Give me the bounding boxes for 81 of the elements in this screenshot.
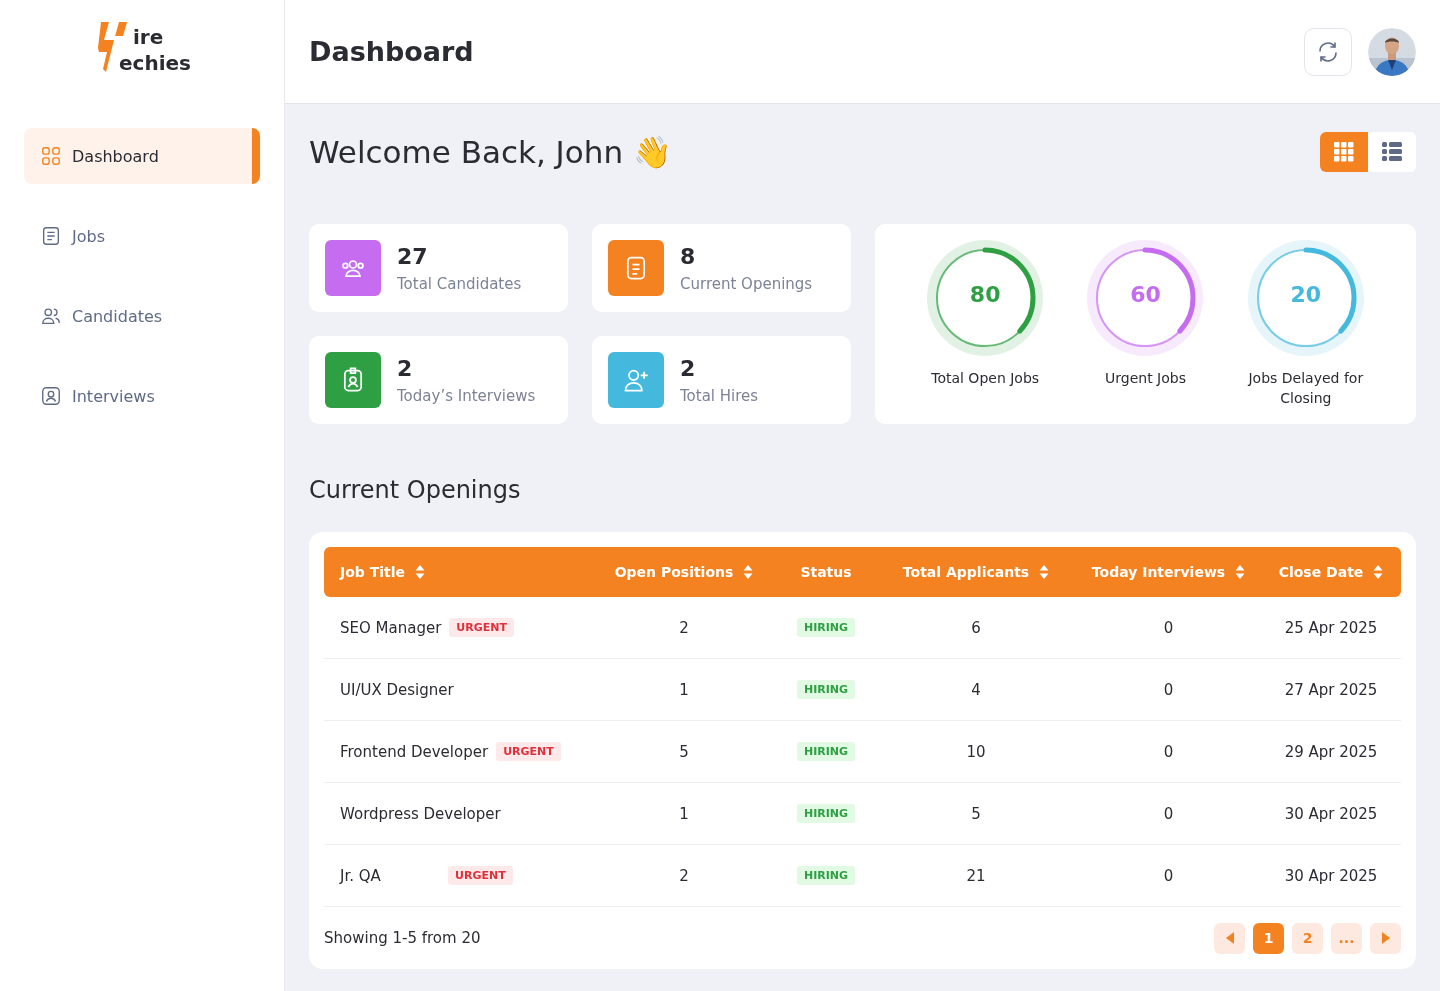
document-icon bbox=[40, 225, 62, 247]
left-triangle-icon bbox=[1225, 932, 1234, 944]
logo-text: echies bbox=[119, 50, 191, 76]
column-header: Close Date bbox=[1278, 564, 1364, 580]
table-cell: 5 bbox=[679, 742, 689, 761]
gauge-value: 80 bbox=[968, 282, 1002, 307]
job-title: Frontend Developer bbox=[340, 742, 489, 761]
table-cell: 30 Apr 2025 bbox=[1284, 866, 1378, 885]
gauge-label: Urgent Jobs bbox=[1105, 369, 1186, 388]
grid-view-button[interactable] bbox=[1320, 132, 1368, 172]
job-title: Wordpress Developer bbox=[340, 804, 501, 823]
stat-label: Total Hires bbox=[680, 386, 759, 405]
table-cell: 5 bbox=[971, 804, 981, 823]
stat-label: Today’s Interviews bbox=[397, 386, 536, 405]
table-cell: 0 bbox=[1163, 618, 1174, 637]
column-header: Status bbox=[800, 564, 852, 580]
table-cell: 21 bbox=[966, 866, 986, 885]
gauge-value: 20 bbox=[1289, 282, 1323, 307]
status-tag: HIRING bbox=[796, 804, 856, 823]
table-cell: 27 Apr 2025 bbox=[1284, 680, 1378, 699]
table-cell: 29 Apr 2025 bbox=[1284, 742, 1378, 761]
table-cell: 30 Apr 2025 bbox=[1284, 804, 1378, 823]
badge-icon bbox=[40, 385, 62, 407]
table-cell: 25 Apr 2025 bbox=[1284, 618, 1378, 637]
column-header: Today Interviews bbox=[1091, 564, 1226, 580]
users-icon bbox=[40, 305, 62, 327]
refresh-icon bbox=[1316, 39, 1340, 64]
stat-value: 2 bbox=[680, 355, 697, 381]
previous-page-button[interactable] bbox=[1214, 922, 1245, 954]
stat-value: 27 bbox=[397, 243, 429, 269]
page-title: Dashboard bbox=[309, 36, 474, 67]
next-page-button[interactable] bbox=[1370, 922, 1401, 954]
table-cell: 0 bbox=[1163, 804, 1174, 823]
gauge-value: 60 bbox=[1129, 282, 1162, 307]
refresh-button[interactable] bbox=[1304, 27, 1352, 76]
stat-label: Total Candidates bbox=[397, 274, 522, 293]
column-header: Total Applicants bbox=[902, 564, 1030, 580]
table-cell: 0 bbox=[1163, 866, 1174, 885]
table-cell: 0 bbox=[1163, 742, 1174, 761]
sort-icon[interactable] bbox=[743, 565, 754, 579]
table-cell: 1 bbox=[679, 804, 689, 823]
list-icon bbox=[1382, 142, 1402, 162]
table-cell: 4 bbox=[971, 680, 981, 699]
sort-icon[interactable] bbox=[1373, 565, 1384, 579]
gauge-label: Jobs Delayed for Closing bbox=[1246, 369, 1365, 408]
job-title: SEO Manager bbox=[340, 618, 442, 637]
table-cell: 1 bbox=[679, 680, 689, 699]
stat-value: 2 bbox=[397, 355, 414, 381]
column-header: Open Positions bbox=[614, 564, 734, 580]
sort-icon[interactable] bbox=[415, 565, 426, 579]
logo-text: ire bbox=[132, 24, 165, 50]
stat-value: 8 bbox=[680, 243, 697, 269]
job-title: UI/UX Designer bbox=[340, 680, 454, 699]
status-tag: HIRING bbox=[796, 680, 856, 699]
section-title: Current Openings bbox=[309, 476, 522, 504]
status-tag: HIRING bbox=[796, 866, 856, 885]
sidebar-item[interactable]: Jobs bbox=[24, 208, 260, 264]
right-triangle-icon bbox=[1381, 932, 1390, 944]
urgent-tag: URGENT bbox=[448, 866, 513, 885]
welcome-heading: Welcome Back, John 👋 bbox=[309, 133, 672, 171]
stat-label: Current Openings bbox=[680, 274, 813, 293]
status-tag: HIRING bbox=[796, 618, 856, 637]
status-tag: HIRING bbox=[796, 742, 856, 761]
grid-icon bbox=[40, 145, 62, 167]
table-cell: 10 bbox=[966, 742, 986, 761]
sidebar-item[interactable]: Dashboard bbox=[24, 128, 260, 184]
table-cell: 0 bbox=[1163, 680, 1174, 699]
table-cell: 2 bbox=[679, 866, 689, 885]
sidebar-item[interactable]: Candidates bbox=[24, 288, 260, 344]
urgent-tag: URGENT bbox=[496, 742, 561, 761]
gauge-label: Total Open Jobs bbox=[931, 369, 1040, 388]
sort-icon[interactable] bbox=[1235, 565, 1246, 579]
table-cell: 2 bbox=[679, 618, 689, 637]
sidebar-item[interactable]: Interviews bbox=[24, 368, 260, 424]
table-cell: 6 bbox=[971, 618, 981, 637]
column-header: Job Title bbox=[340, 564, 406, 580]
sort-icon[interactable] bbox=[1039, 565, 1050, 579]
pagination-summary: Showing 1-5 from 20 bbox=[324, 929, 481, 947]
job-title: Jr. QA bbox=[340, 866, 382, 885]
grid-icon bbox=[1334, 142, 1354, 162]
urgent-tag: URGENT bbox=[449, 618, 514, 637]
